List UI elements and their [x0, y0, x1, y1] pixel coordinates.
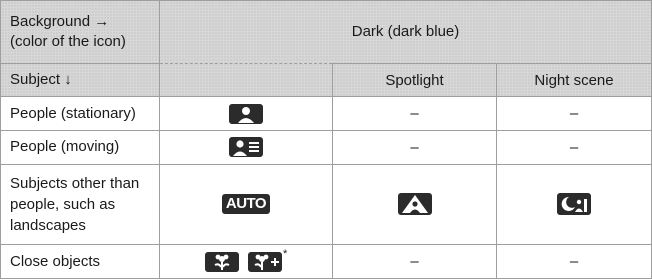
- person-moving-icon: [229, 137, 263, 158]
- scene-icon-table: Background → (color of the icon) Dark (d…: [0, 0, 652, 279]
- dark-icon-cell: *: [159, 244, 333, 279]
- subject-text-line: landscapes: [10, 216, 86, 234]
- subject-cell: Subjects other than people, such as land…: [0, 163, 160, 246]
- night-scene-cell: –: [495, 130, 652, 165]
- dark-icon-cell: AUTO: [159, 163, 333, 246]
- spotlight-header-cell: Spotlight: [332, 62, 497, 98]
- macro-flower-icon: [204, 251, 239, 272]
- night-scene-header-cell: Night scene: [495, 62, 652, 98]
- auto-mode-icon: AUTO: [221, 194, 271, 215]
- dash-text: –: [410, 138, 419, 156]
- subject-cell: Close objects: [0, 244, 160, 279]
- subject-cell: People (stationary): [0, 96, 160, 132]
- spotlight-cell: [332, 163, 497, 246]
- dash-text: –: [410, 105, 419, 123]
- dark-icon-cell: [159, 96, 333, 132]
- dark-header-cell: Dark (dark blue): [158, 0, 652, 64]
- table-row: Subjects other than people, such as land…: [0, 163, 652, 246]
- subject-text: People (moving): [10, 138, 120, 156]
- dark-empty-subheader-cell: [159, 63, 333, 98]
- spotlight-cell: –: [332, 130, 497, 165]
- icon-color-label: (color of the icon): [10, 32, 126, 50]
- person-portrait-icon: [229, 103, 263, 124]
- table-row: People (stationary) – –: [0, 96, 652, 132]
- dash-text: –: [569, 105, 579, 123]
- background-label: Background →: [10, 12, 110, 30]
- dash-text: –: [410, 253, 419, 271]
- dark-label: Dark (dark blue): [351, 23, 460, 41]
- spotlight-label: Spotlight: [385, 71, 444, 89]
- background-header-cell: Background → (color of the icon): [0, 0, 160, 64]
- dash-text: –: [569, 138, 579, 156]
- footnote-mark: *: [282, 247, 288, 260]
- subject-text: People (stationary): [10, 104, 136, 122]
- night-scene-cell: –: [495, 244, 652, 279]
- night-scene-label: Night scene: [534, 71, 614, 89]
- spotlight-cell: –: [332, 244, 497, 279]
- night-scene-cell: [495, 163, 652, 246]
- macro-flower-plus-icon: [247, 251, 282, 272]
- table-row: People (moving) – –: [0, 130, 652, 165]
- subject-label: Subject ↓: [10, 71, 72, 89]
- night-scene-icon: [557, 193, 592, 216]
- night-scene-cell: –: [495, 96, 652, 132]
- subject-text-line: people, such as: [10, 195, 116, 213]
- scene-icon-table-container: Background → (color of the icon) Dark (d…: [0, 0, 652, 280]
- table-row: Close objects * – –: [0, 244, 652, 279]
- dash-text: –: [569, 253, 579, 271]
- subject-cell: People (moving): [0, 130, 160, 165]
- subject-text-line: Subjects other than: [10, 174, 140, 192]
- spotlight-icon: [397, 193, 432, 216]
- subject-header-cell: Subject ↓: [0, 62, 160, 98]
- spotlight-cell: –: [332, 96, 497, 132]
- subject-text: Close objects: [10, 252, 101, 270]
- dark-icon-cell: [159, 130, 333, 165]
